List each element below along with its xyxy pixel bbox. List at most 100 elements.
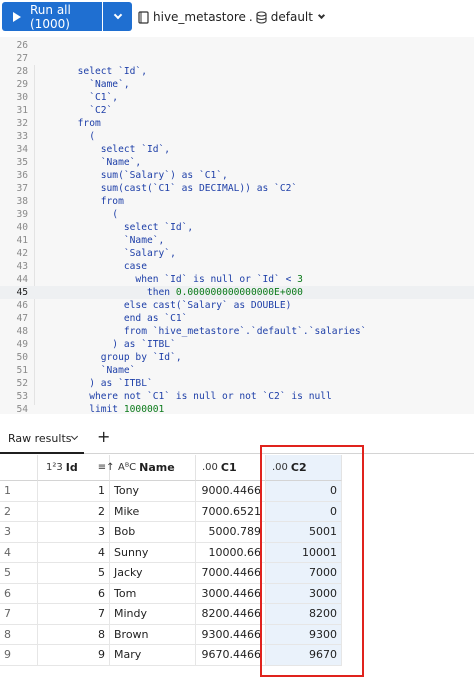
cell-id[interactable]: 3 xyxy=(38,522,110,543)
code-line[interactable]: 39 ( xyxy=(0,208,474,221)
code-line[interactable]: 45 then 0.000000000000000E+000 xyxy=(0,286,474,299)
row-index[interactable]: 4 xyxy=(0,542,38,563)
code-line[interactable]: 44 when `Id` is null or `Id` < 3 xyxy=(0,273,474,286)
code-line[interactable]: 27 xyxy=(0,52,474,65)
code-line[interactable]: 33 ( xyxy=(0,130,474,143)
row-index[interactable]: 6 xyxy=(0,583,38,604)
row-index[interactable]: 1 xyxy=(0,481,38,502)
cell-id[interactable]: 9 xyxy=(38,645,110,666)
code-line[interactable]: 36 sum(`Salary`) as `C1`, xyxy=(0,169,474,182)
cell-c2[interactable]: 9670 xyxy=(266,645,342,666)
cell-id[interactable]: 5 xyxy=(38,563,110,584)
cell-name[interactable]: Sunny xyxy=(110,542,196,563)
decimal-type-icon: .00 xyxy=(272,462,288,473)
cell-c1[interactable]: 9300.4466 xyxy=(196,624,266,645)
code-text: `Name`, xyxy=(43,235,165,246)
column-header-c2[interactable]: .00 C2 xyxy=(266,455,342,481)
line-number: 52 xyxy=(16,378,28,389)
line-number: 50 xyxy=(16,352,28,363)
cell-c1[interactable]: 8200.4466 xyxy=(196,604,266,625)
cell-c2[interactable]: 8200 xyxy=(266,604,342,625)
cell-c1[interactable]: 7000.6521 xyxy=(196,501,266,522)
cell-name[interactable]: Mike xyxy=(110,501,196,522)
line-number: 54 xyxy=(16,404,28,414)
code-text: case xyxy=(43,261,147,272)
code-line[interactable]: 49 ) as `ITBL` xyxy=(0,338,474,351)
code-line[interactable]: 37 sum(cast(`C1` as DECIMAL)) as `C2` xyxy=(0,182,474,195)
cell-id[interactable]: 1 xyxy=(38,481,110,502)
cell-c2[interactable]: 10001 xyxy=(266,542,342,563)
tab-raw-results[interactable]: Raw results xyxy=(8,432,72,445)
row-index[interactable]: 7 xyxy=(0,604,38,625)
code-line[interactable]: 32 from xyxy=(0,117,474,130)
code-line[interactable]: 42 `Salary`, xyxy=(0,247,474,260)
code-line[interactable]: 30 `C1`, xyxy=(0,91,474,104)
code-line[interactable]: 47 end as `C1` xyxy=(0,312,474,325)
cell-name[interactable]: Tony xyxy=(110,481,196,502)
cell-name[interactable]: Bob xyxy=(110,522,196,543)
cell-id[interactable]: 6 xyxy=(38,583,110,604)
add-visualization-button[interactable]: + xyxy=(97,427,110,446)
row-index[interactable]: 2 xyxy=(0,501,38,522)
cell-c1[interactable]: 5000.789 xyxy=(196,522,266,543)
cell-name[interactable]: Mary xyxy=(110,645,196,666)
cell-name[interactable]: Mindy xyxy=(110,604,196,625)
run-options-dropdown[interactable] xyxy=(103,2,132,31)
code-line[interactable]: 26 xyxy=(0,39,474,52)
cell-name[interactable]: Jacky xyxy=(110,563,196,584)
row-index[interactable]: 9 xyxy=(0,645,38,666)
cell-name[interactable]: Tom xyxy=(110,583,196,604)
code-line[interactable]: 50 group by `Id`, xyxy=(0,351,474,364)
cell-id[interactable]: 8 xyxy=(38,624,110,645)
code-text: limit 1000001 xyxy=(43,404,165,414)
cell-c1[interactable]: 9670.4466 xyxy=(196,645,266,666)
line-number: 31 xyxy=(16,105,28,116)
cell-c2[interactable]: 0 xyxy=(266,481,342,502)
code-line[interactable]: 46 else cast(`Salary` as DOUBLE) xyxy=(0,299,474,312)
code-line[interactable]: 28 select `Id`, xyxy=(0,65,474,78)
code-line[interactable]: 52 ) as `ITBL` xyxy=(0,377,474,390)
row-index[interactable]: 5 xyxy=(0,563,38,584)
column-header-name[interactable]: AᴮC Name xyxy=(110,455,196,481)
column-header-id[interactable]: 1²3 Id ≡↑ xyxy=(38,455,114,481)
code-line[interactable]: 38 from xyxy=(0,195,474,208)
cell-c1[interactable]: 3000.4466 xyxy=(196,583,266,604)
cell-name[interactable]: Brown xyxy=(110,624,196,645)
cell-c1[interactable]: 7000.4466 xyxy=(196,563,266,584)
code-line[interactable]: 48 from `hive_metastore`.`default`.`sala… xyxy=(0,325,474,338)
cell-c2[interactable]: 9300 xyxy=(266,624,342,645)
code-line[interactable]: 51 `Name` xyxy=(0,364,474,377)
code-line[interactable]: 43 case xyxy=(0,260,474,273)
cell-c2[interactable]: 5001 xyxy=(266,522,342,543)
code-text: from xyxy=(43,118,101,129)
code-line[interactable]: 54 limit 1000001 xyxy=(0,403,474,414)
code-line[interactable]: 53 where not `C1` is null or not `C2` is… xyxy=(0,390,474,403)
cell-c2[interactable]: 3000 xyxy=(266,583,342,604)
chevron-down-icon[interactable] xyxy=(70,432,79,441)
code-line[interactable]: 41 `Name`, xyxy=(0,234,474,247)
catalog-schema-selector[interactable]: hive_metastore . default xyxy=(138,6,326,28)
line-number: 36 xyxy=(16,170,28,181)
code-editor[interactable]: 26 27 28 select `Id`, 29 `Name`, 30 `C1`, 31 … xyxy=(0,37,474,414)
code-text: sum(cast(`C1` as DECIMAL)) as `C2` xyxy=(43,183,298,194)
column-header-c1[interactable]: .00 C1 xyxy=(196,455,266,481)
cell-c1[interactable]: 10000.66 xyxy=(196,542,266,563)
cell-id[interactable]: 7 xyxy=(38,604,110,625)
column-label: C1 xyxy=(220,461,237,474)
cell-id[interactable]: 4 xyxy=(38,542,110,563)
code-line[interactable]: 29 `Name`, xyxy=(0,78,474,91)
code-line[interactable]: 35 `Name`, xyxy=(0,156,474,169)
run-all-label: Run all (1000) xyxy=(30,2,71,31)
cell-id[interactable]: 2 xyxy=(38,501,110,522)
code-line[interactable]: 34 select `Id`, xyxy=(0,143,474,156)
line-number: 46 xyxy=(16,300,28,311)
row-index[interactable]: 3 xyxy=(0,522,38,543)
cell-c1[interactable]: 9000.4466 xyxy=(196,481,266,502)
cell-c2[interactable]: 7000 xyxy=(266,563,342,584)
line-number: 39 xyxy=(16,209,28,220)
row-index[interactable]: 8 xyxy=(0,624,38,645)
cell-c2[interactable]: 0 xyxy=(266,501,342,522)
code-line[interactable]: 40 select `Id`, xyxy=(0,221,474,234)
run-all-button[interactable]: Run all (1000) xyxy=(2,2,102,31)
code-line[interactable]: 31 `C2` xyxy=(0,104,474,117)
